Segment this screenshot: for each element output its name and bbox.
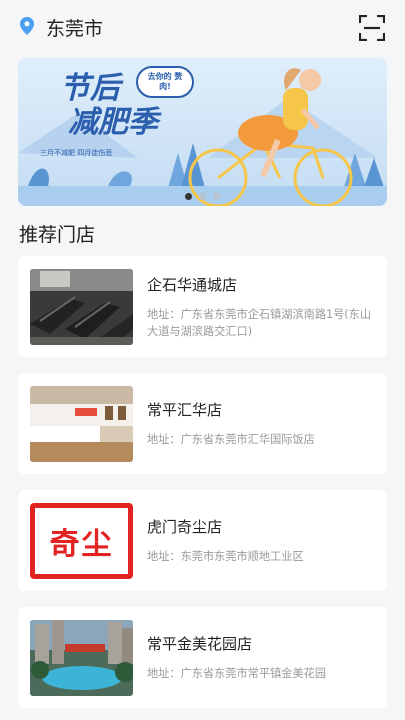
store-name: 企石华通城店: [147, 275, 238, 294]
store-address: 地址：广东省东莞市汇华国际饭店: [147, 433, 315, 446]
store-card[interactable]: 企石华通城店 地址：广东省东莞市企石镇湖滨南路1号(东山大道与湖滨路交汇口): [18, 256, 387, 357]
scan-icon[interactable]: [358, 14, 386, 41]
store-name: 常平汇华店: [147, 401, 223, 419]
store-card[interactable]: 常平汇华店 地址：广东省东莞市汇华国际饭店: [18, 373, 387, 474]
store-address: 地址：东莞市东莞市顺地工业区: [147, 550, 304, 563]
top-bar: 东莞市: [0, 0, 405, 55]
banner-subtext: 三月不减肥 四月徒伤悲: [40, 149, 113, 157]
speech-bubble: 去你的 赘肉!: [136, 66, 194, 98]
store-list: 企石华通城店 地址：广东省东莞市企石镇湖滨南路1号(东山大道与湖滨路交汇口) 常…: [0, 256, 405, 708]
store-card[interactable]: 常平金美花园店 地址：广东省东莞市常平镇金美花园: [18, 607, 387, 708]
location-pin-icon: [20, 16, 34, 39]
store-thumbnail: [30, 268, 133, 345]
store-thumbnail: [30, 385, 133, 462]
store-name: 常平金美花园店: [147, 635, 253, 653]
promo-banner[interactable]: 节后 减肥季 去你的 赘肉! 三月不减肥 四月徒伤悲: [18, 58, 387, 206]
store-address: 地址：广东省东莞市常平镇金美花园: [147, 667, 327, 680]
store-thumbnail: [30, 619, 133, 696]
carousel-dot[interactable]: [185, 193, 192, 200]
store-thumbnail: 奇尘: [30, 502, 133, 579]
slogan-line-2: 减肥季: [68, 105, 158, 140]
qichen-logo: 奇尘: [30, 502, 133, 579]
store-card[interactable]: 奇尘 虎门奇尘店 地址：东莞市东莞市顺地工业区: [18, 490, 387, 591]
city-label: 东莞市: [46, 18, 104, 40]
carousel-dot[interactable]: [199, 193, 206, 200]
carousel-dot[interactable]: [213, 193, 220, 200]
store-name: 虎门奇尘店: [147, 518, 223, 536]
location-selector[interactable]: 东莞市: [20, 14, 103, 41]
store-address: 地址：广东省东莞市企石镇湖滨南路1号(东山大道与湖滨路交汇口): [147, 307, 372, 338]
logo-text: 奇尘: [49, 526, 114, 562]
bubble-text: 去你的 赘肉!: [147, 72, 183, 91]
section-title: 推荐门店: [19, 224, 96, 246]
carousel-indicators[interactable]: [18, 193, 387, 200]
